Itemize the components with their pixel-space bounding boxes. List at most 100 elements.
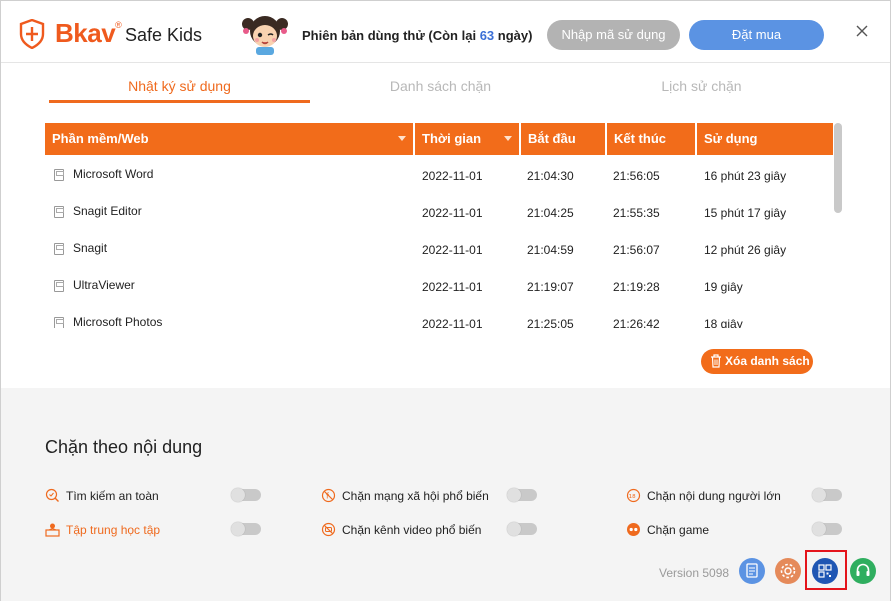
- svg-text:18: 18: [629, 494, 636, 500]
- block-video-icon: [321, 522, 336, 537]
- option-block-social: f Chặn mạng xã hội phổ biến: [321, 487, 521, 505]
- toggle-block-social[interactable]: [507, 488, 537, 502]
- cell-end: 21:56:05: [613, 169, 660, 183]
- close-icon[interactable]: [852, 21, 872, 41]
- tab-bar: Nhật ký sử dụng Danh sách chặn Lịch sử c…: [49, 71, 833, 105]
- header: Bkav® Safe Kids Phiên bản dùng thử (Còn …: [1, 1, 890, 63]
- column-header-date[interactable]: Thời gian: [415, 123, 521, 155]
- content-blocking-panel: Chặn theo nội dung Tìm kiếm an toàn f Ch…: [1, 388, 890, 601]
- trial-info: Phiên bản dùng thử (Còn lại 63 ngày): [302, 28, 533, 43]
- product-name: Safe Kids: [125, 25, 203, 45]
- clear-list-button[interactable]: Xóa danh sách: [701, 349, 813, 374]
- cell-app: UltraViewer: [73, 278, 135, 292]
- cell-start: 21:25:05: [527, 317, 574, 328]
- table-row[interactable]: UltraViewer 2022-11-01 21:19:07 21:19:28…: [45, 266, 833, 303]
- toggle-block-game[interactable]: [812, 522, 842, 536]
- shield-logo-icon: [19, 19, 45, 49]
- trial-days: 63: [479, 28, 495, 43]
- cell-end: 21:19:28: [613, 280, 660, 294]
- cell-usage: 15 phút 17 giây: [704, 206, 787, 220]
- toggle-safe-search[interactable]: [231, 488, 261, 502]
- toggle-adult-content[interactable]: [812, 488, 842, 502]
- cell-app: Microsoft Word: [73, 167, 154, 181]
- cell-start: 21:04:59: [527, 243, 574, 257]
- cell-date: 2022-11-01: [422, 169, 483, 183]
- option-study-focus: Tập trung học tập: [45, 521, 245, 539]
- cell-usage: 16 phút 23 giây: [704, 169, 787, 183]
- panel-title: Chặn theo nội dung: [45, 437, 203, 457]
- option-label: Tìm kiếm an toàn: [66, 489, 159, 503]
- svg-text:f: f: [326, 492, 329, 501]
- table-header: Phần mềm/Web Thời gian Bắt đầu Kết thúc …: [45, 123, 833, 155]
- girl-mascot-icon: [242, 16, 288, 55]
- table-row[interactable]: Microsoft Word 2022-11-01 21:04:30 21:56…: [45, 155, 833, 192]
- settings-icon: [780, 563, 796, 579]
- cell-usage: 18 giây: [704, 317, 743, 328]
- settings-button[interactable]: [775, 558, 801, 584]
- brand-logo: Bkav®: [55, 18, 122, 48]
- application-icon: [54, 280, 64, 292]
- column-header-usage[interactable]: Sử dụng: [697, 123, 833, 155]
- report-button[interactable]: [739, 558, 765, 584]
- cell-app: Snagit Editor: [73, 204, 142, 218]
- column-header-start[interactable]: Bắt đầu: [521, 123, 607, 155]
- enter-license-button[interactable]: Nhập mã sử dụng: [547, 20, 680, 50]
- cell-end: 21:26:42: [613, 317, 660, 328]
- cell-start: 21:04:25: [527, 206, 574, 220]
- study-focus-icon: [45, 523, 60, 537]
- cell-start: 21:19:07: [527, 280, 574, 294]
- application-icon: [54, 243, 64, 255]
- application-icon: [54, 169, 64, 181]
- table-row[interactable]: Snagit 2022-11-01 21:04:59 21:56:07 12 p…: [45, 229, 833, 266]
- cell-end: 21:55:35: [613, 206, 660, 220]
- cell-app: Microsoft Photos: [73, 315, 163, 328]
- option-block-video: Chặn kênh video phổ biến: [321, 521, 521, 539]
- cell-usage: 19 giây: [704, 280, 743, 294]
- qr-highlight-box: [805, 550, 847, 590]
- block-social-icon: f: [321, 488, 336, 503]
- option-safe-search: Tìm kiếm an toàn: [45, 487, 245, 505]
- tab-usage-log[interactable]: Nhật ký sử dụng: [49, 71, 310, 103]
- table-row[interactable]: Microsoft Photos 2022-11-01 21:25:05 21:…: [45, 303, 833, 328]
- tab-block-history[interactable]: Lịch sử chặn: [571, 71, 832, 103]
- cell-date: 2022-11-01: [422, 206, 483, 220]
- clear-list-label: Xóa danh sách: [725, 354, 810, 368]
- usage-table: Phần mềm/Web Thời gian Bắt đầu Kết thúc …: [45, 123, 833, 328]
- option-label: Tập trung học tập: [66, 523, 161, 537]
- buy-button[interactable]: Đặt mua: [689, 20, 824, 50]
- option-block-game: Chặn game: [626, 521, 826, 539]
- adult-content-icon: 18: [626, 488, 641, 503]
- report-icon: [746, 563, 758, 578]
- application-icon: [54, 317, 64, 328]
- cell-usage: 12 phút 26 giây: [704, 243, 787, 257]
- sort-caret-icon: [504, 136, 512, 141]
- toggle-block-video[interactable]: [507, 522, 537, 536]
- option-label: Chặn mạng xã hội phổ biến: [342, 489, 489, 503]
- option-label: Chặn kênh video phổ biến: [342, 523, 482, 537]
- column-header-app[interactable]: Phần mềm/Web: [45, 123, 415, 155]
- sort-caret-icon: [398, 136, 406, 141]
- safe-search-icon: [45, 488, 59, 502]
- tab-block-list[interactable]: Danh sách chặn: [310, 71, 571, 103]
- option-label: Chặn nội dung người lớn: [647, 489, 781, 503]
- cell-date: 2022-11-01: [422, 243, 483, 257]
- cell-date: 2022-11-01: [422, 317, 483, 328]
- option-label: Chặn game: [647, 523, 710, 537]
- table-body: Microsoft Word 2022-11-01 21:04:30 21:56…: [45, 155, 833, 328]
- game-icon: [627, 523, 640, 536]
- trash-icon: [711, 354, 721, 368]
- cell-end: 21:56:07: [613, 243, 660, 257]
- cell-app: Snagit: [73, 241, 108, 255]
- table-scrollbar[interactable]: [834, 123, 842, 213]
- support-button[interactable]: [850, 558, 876, 584]
- column-header-end[interactable]: Kết thúc: [607, 123, 697, 155]
- table-row[interactable]: Snagit Editor 2022-11-01 21:04:25 21:55:…: [45, 192, 833, 229]
- support-icon: [856, 563, 870, 576]
- option-adult-content: 18 Chặn nội dung người lớn: [626, 487, 826, 505]
- cell-start: 21:04:30: [527, 169, 574, 183]
- cell-date: 2022-11-01: [422, 280, 483, 294]
- app-window: Bkav® Safe Kids Phiên bản dùng thử (Còn …: [0, 0, 891, 601]
- version-label: Version 5098: [659, 566, 730, 580]
- application-icon: [54, 206, 64, 218]
- toggle-study-focus[interactable]: [231, 522, 261, 536]
